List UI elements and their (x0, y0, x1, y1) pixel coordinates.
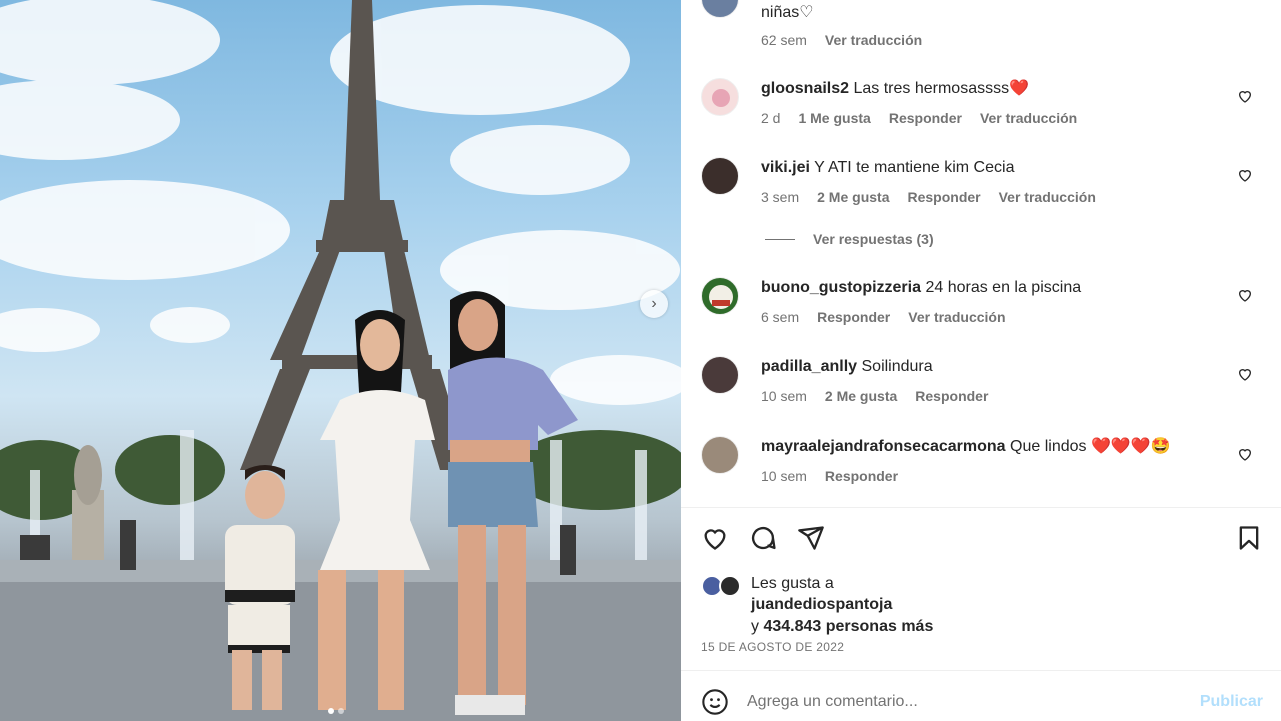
comment-time[interactable]: 10 sem (761, 468, 807, 484)
view-replies-button[interactable]: Ver respuestas (3) (765, 231, 934, 247)
avatar[interactable] (701, 356, 739, 394)
bookmark-icon (1239, 526, 1259, 550)
reply-button[interactable]: Responder (907, 189, 980, 205)
likes-count[interactable]: y 434.843 personas más (751, 616, 933, 638)
divider (681, 670, 1281, 671)
comment-time[interactable]: 2 d (761, 110, 780, 126)
comment-username[interactable]: viki.jei (761, 159, 810, 176)
heart-icon[interactable] (1237, 366, 1253, 382)
chevron-right-icon: › (651, 295, 657, 312)
avatar[interactable] (701, 78, 739, 116)
liker-username[interactable]: juandediospantoja (751, 594, 892, 616)
comment-username[interactable]: mayraalejandrafonsecacarmona (761, 438, 1006, 455)
comment-time[interactable]: 3 sem (761, 189, 799, 205)
reply-button[interactable]: Responder (889, 110, 962, 126)
add-comment-bar: Publicar (681, 683, 1281, 721)
flower-icon (712, 89, 730, 107)
post-actions (701, 524, 825, 552)
divider (681, 507, 1281, 508)
save-button[interactable] (1235, 524, 1263, 557)
carousel-dot (328, 708, 334, 714)
comment-meta: 6 sem Responder Ver traducción (761, 309, 1006, 325)
translate-link[interactable]: Ver traducción (999, 189, 1096, 205)
send-icon[interactable] (797, 524, 825, 552)
post-photo[interactable]: › (0, 0, 681, 721)
avatar (719, 575, 741, 597)
carousel-dot (338, 708, 344, 714)
comment-icon[interactable] (749, 524, 777, 552)
comment-text: mayraalejandrafonsecacarmona Que lindos … (761, 438, 1171, 455)
divider-line (765, 238, 795, 240)
liker-avatars[interactable] (701, 575, 747, 599)
comment-input[interactable] (747, 689, 1167, 715)
comment-text: padilla_anlly Soilindura (761, 358, 933, 375)
post-comment-button[interactable]: Publicar (1200, 693, 1263, 711)
carousel-next-button[interactable]: › (640, 290, 668, 318)
heart-icon[interactable] (1237, 446, 1253, 462)
translate-link[interactable]: Ver traducción (825, 32, 922, 48)
heart-icon[interactable] (1237, 287, 1253, 303)
translate-link[interactable]: Ver traducción (980, 110, 1077, 126)
comment-username[interactable]: padilla_anlly (761, 358, 857, 375)
comment-meta: 2 d 1 Me gusta Responder Ver traducción (761, 110, 1077, 126)
comment-username[interactable]: buono_gustopizzeria (761, 279, 921, 296)
comment-time[interactable]: 6 sem (761, 309, 799, 325)
comment-text: viki.jei Y ATI te mantiene kim Cecia (761, 159, 1015, 176)
avatar[interactable] (701, 277, 739, 315)
pizzeria-logo-icon (709, 285, 733, 309)
photo-scene (0, 0, 681, 721)
comment-text: buono_gustopizzeria 24 horas en la pisci… (761, 279, 1082, 296)
comment-text: gloosnails2 Las tres hermosassss❤️ (761, 80, 1030, 97)
reply-button[interactable]: Responder (825, 468, 898, 484)
carousel-dots (328, 708, 344, 714)
emoji-icon[interactable] (701, 688, 729, 716)
comment-time[interactable]: 62 sem (761, 32, 807, 48)
comment-meta: 10 sem Responder (761, 468, 898, 484)
comment-likes[interactable]: 2 Me gusta (817, 189, 889, 205)
comment-meta: 62 sem Ver traducción (761, 32, 922, 48)
reply-button[interactable]: Responder (915, 388, 988, 404)
comment-time[interactable]: 10 sem (761, 388, 807, 404)
heart-icon[interactable] (701, 524, 729, 552)
likes-label: Les gusta a (751, 575, 834, 592)
translate-link[interactable]: Ver traducción (908, 309, 1005, 325)
comment-meta: 10 sem 2 Me gusta Responder (761, 388, 988, 404)
avatar[interactable] (701, 0, 739, 18)
comment-likes[interactable]: 2 Me gusta (825, 388, 897, 404)
avatar[interactable] (701, 157, 739, 195)
comment-meta: 3 sem 2 Me gusta Responder Ver traducció… (761, 189, 1096, 205)
reply-button[interactable]: Responder (817, 309, 890, 325)
post-date[interactable]: 15 DE AGOSTO DE 2022 (701, 640, 844, 654)
comment-likes[interactable]: 1 Me gusta (798, 110, 870, 126)
avatar[interactable] (701, 436, 739, 474)
comments-panel: niñas♡ 62 sem Ver traducción gloosnails2… (681, 0, 1281, 721)
comment-username[interactable]: gloosnails2 (761, 80, 849, 97)
heart-icon[interactable] (1237, 88, 1253, 104)
heart-icon[interactable] (1237, 167, 1253, 183)
comment-text: niñas♡ (761, 4, 814, 21)
